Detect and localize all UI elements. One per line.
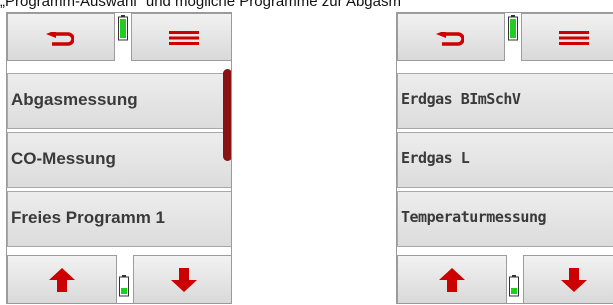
page: „Programm-Auswahl“ und mögliche Programm… (0, 0, 613, 305)
hamburger-menu-icon (169, 31, 199, 45)
arrow-down-icon (561, 268, 587, 292)
list-item[interactable]: Erdgas L (397, 132, 613, 188)
list-item[interactable]: Erdgas BImSchV (397, 73, 613, 129)
battery-bottom-icon (509, 275, 519, 297)
scroll-up-button[interactable] (7, 255, 117, 303)
battery-top-icon (508, 15, 518, 41)
left-screen: Abgasmessung CO-Messung Freies Programm … (6, 12, 232, 304)
list-item-label: Temperaturmessung (401, 208, 547, 226)
arrow-down-icon (171, 268, 197, 292)
list-item[interactable]: CO-Messung (7, 132, 231, 188)
hamburger-menu-icon (559, 31, 589, 45)
arrow-up-icon (49, 268, 75, 292)
back-button[interactable] (7, 13, 115, 61)
scroll-down-button[interactable] (133, 255, 231, 303)
list-item-label: Abgasmessung (11, 90, 138, 109)
list-item[interactable]: Temperaturmessung (397, 191, 613, 247)
list-item-label: CO-Messung (11, 149, 116, 168)
scroll-up-button[interactable] (397, 255, 507, 303)
return-arrow-icon (436, 32, 464, 46)
list-item[interactable]: Abgasmessung (7, 73, 231, 129)
list-item-label: Erdgas L (401, 149, 470, 167)
right-screen: Erdgas BImSchV Erdgas L Temperaturmessun… (396, 12, 613, 304)
battery-bottom-icon (119, 275, 129, 297)
list-item[interactable]: Freies Programm 1 (7, 191, 231, 247)
back-button[interactable] (397, 13, 505, 61)
caption-text: „Programm-Auswahl“ und mögliche Programm… (0, 0, 400, 10)
scroll-down-button[interactable] (523, 255, 613, 303)
menu-button[interactable] (131, 13, 231, 61)
list-item-label: Freies Programm 1 (11, 208, 166, 227)
scrollbar-thumb[interactable] (223, 69, 231, 161)
return-arrow-icon (46, 32, 74, 46)
menu-button[interactable] (521, 13, 613, 61)
arrow-up-icon (439, 268, 465, 292)
battery-top-icon (118, 15, 128, 41)
list-item-label: Erdgas BImSchV (401, 90, 521, 108)
